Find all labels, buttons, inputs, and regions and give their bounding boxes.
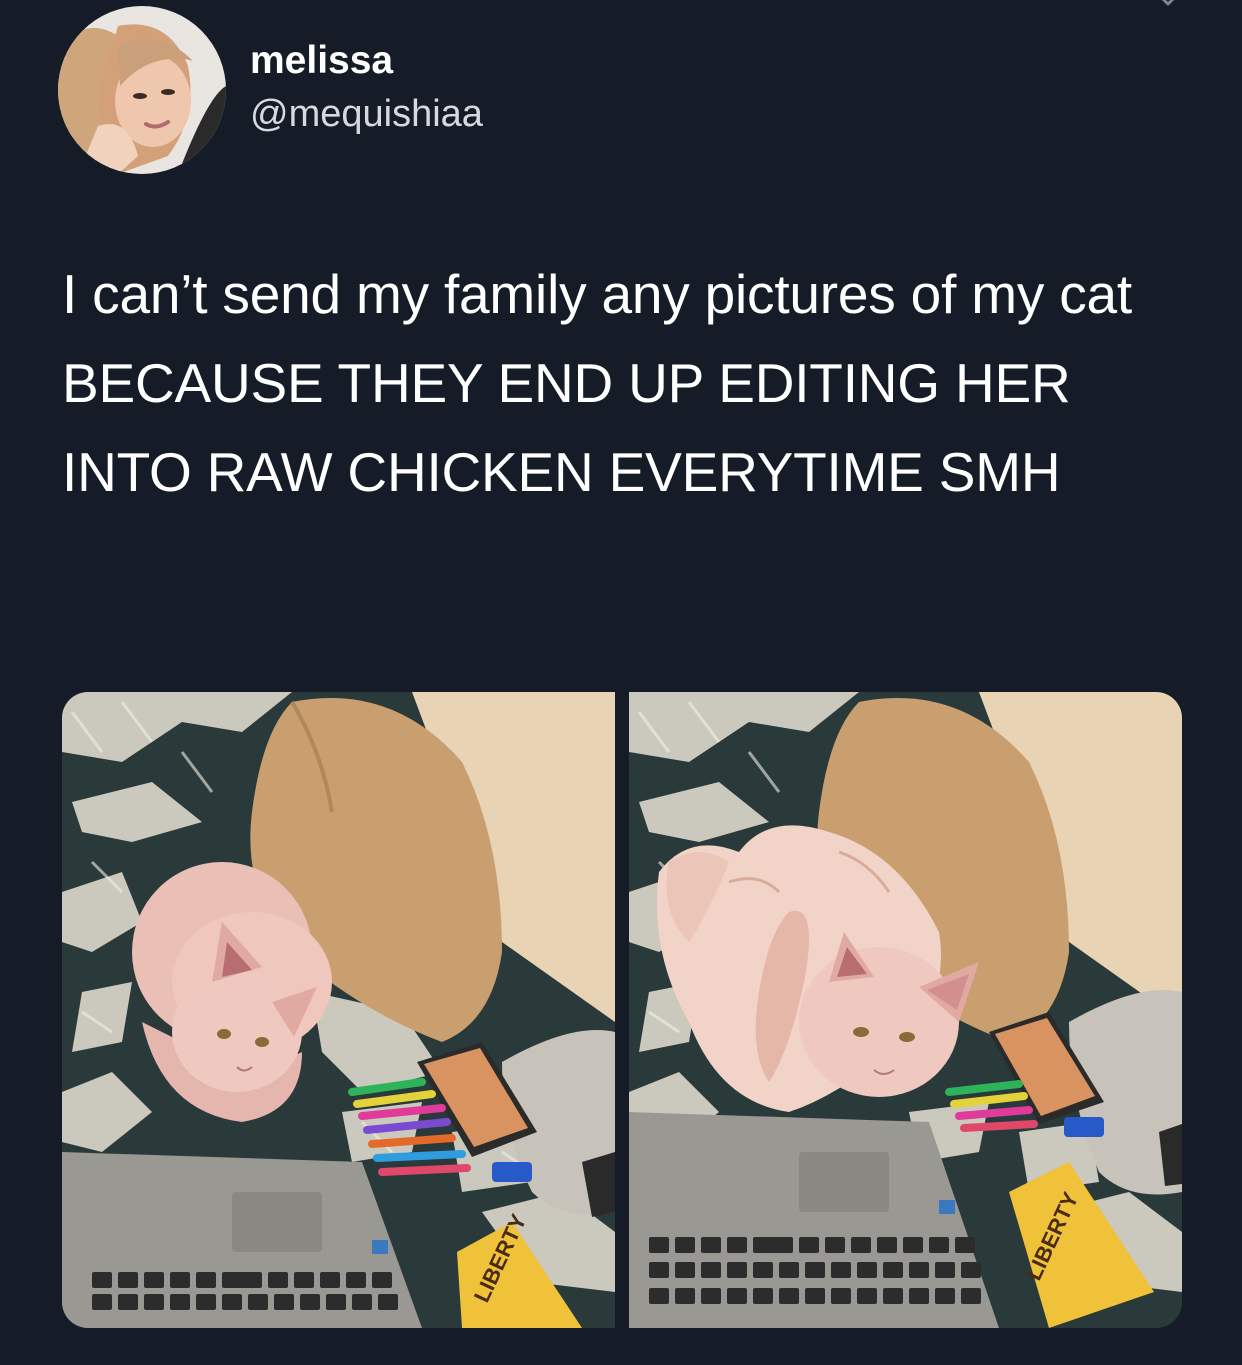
author-names: melissa @mequishiaa <box>250 33 483 139</box>
photo-cat-chicken-edit[interactable]: LIBERTY <box>629 692 1182 1328</box>
avatar[interactable] <box>58 6 226 174</box>
chevron-down-icon[interactable] <box>1148 0 1188 18</box>
tweet: melissa @mequishiaa I can’t send my fami… <box>0 0 1242 1365</box>
tweet-header: melissa @mequishiaa <box>58 6 483 174</box>
media-grid: LIBERTY LIBERTY <box>62 692 1182 1328</box>
tweet-text: I can’t send my family any pictures of m… <box>62 263 1132 503</box>
display-name[interactable]: melissa <box>250 33 483 89</box>
user-handle[interactable]: @mequishiaa <box>250 89 483 139</box>
photo-cat-original[interactable]: LIBERTY <box>62 692 615 1328</box>
